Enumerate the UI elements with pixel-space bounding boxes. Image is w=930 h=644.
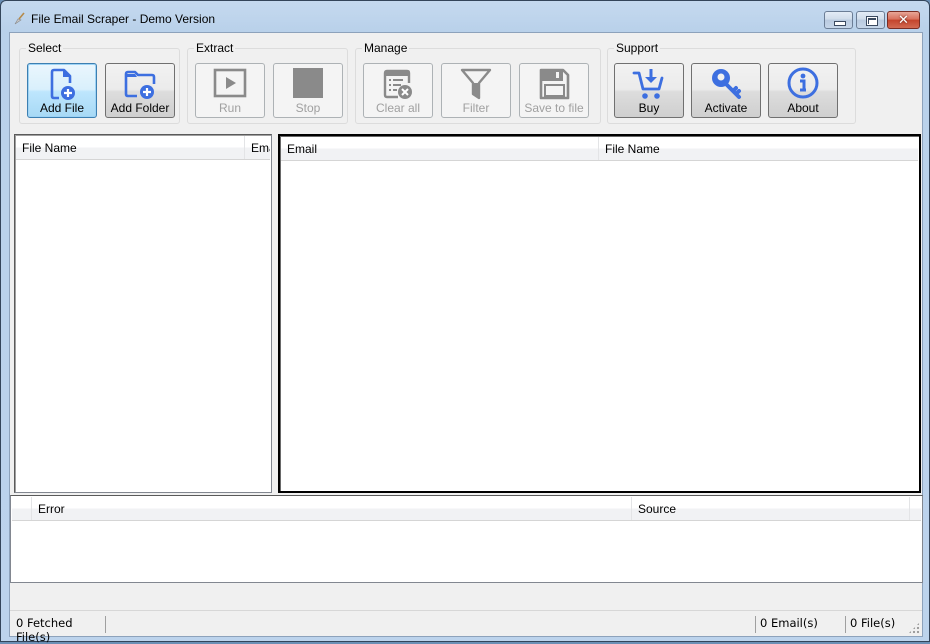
stop-button[interactable]: Stop bbox=[273, 63, 343, 118]
save-to-file-button[interactable]: Save to file bbox=[519, 63, 589, 118]
column-filler bbox=[910, 497, 921, 520]
group-extract: Extract Run Stop bbox=[187, 41, 348, 124]
window-title: File Email Scraper - Demo Version bbox=[31, 12, 216, 26]
column-blank[interactable] bbox=[12, 497, 32, 520]
group-support: Support Buy Activate About bbox=[607, 41, 856, 124]
buy-button[interactable]: Buy bbox=[614, 63, 684, 118]
filter-button[interactable]: Filter bbox=[441, 63, 511, 118]
emails-list-header: Email File Name bbox=[281, 137, 918, 161]
maximize-button[interactable] bbox=[856, 11, 885, 29]
run-button[interactable]: Run bbox=[195, 63, 265, 118]
about-label: About bbox=[787, 101, 819, 115]
close-icon: ✕ bbox=[898, 12, 909, 27]
group-manage: Manage Clear all Filter Save to file bbox=[355, 41, 601, 124]
clear-list-icon bbox=[383, 69, 412, 99]
group-support-label: Support bbox=[614, 41, 661, 55]
errors-list-header: Error Source bbox=[12, 497, 921, 521]
app-icon bbox=[14, 12, 25, 25]
group-select-label: Select bbox=[26, 41, 64, 55]
status-fetched-files: 0 Fetched File(s) bbox=[12, 616, 106, 644]
clear-all-label: Clear all bbox=[375, 101, 420, 115]
app-window: File Email Scraper - Demo Version ✕ Sele… bbox=[0, 0, 930, 644]
info-icon bbox=[787, 67, 819, 99]
minimize-button[interactable] bbox=[824, 11, 853, 29]
errors-listview[interactable]: Error Source bbox=[10, 495, 923, 583]
play-icon bbox=[213, 68, 247, 98]
buy-label: Buy bbox=[638, 101, 660, 115]
activate-label: Activate bbox=[704, 101, 748, 115]
title-bar[interactable]: File Email Scraper - Demo Version ✕ bbox=[1, 1, 929, 33]
add-folder-label: Add Folder bbox=[110, 101, 170, 115]
resize-grip-icon[interactable] bbox=[908, 622, 920, 634]
files-listview[interactable]: File Name Ema bbox=[14, 134, 272, 493]
status-email-count: 0 Email(s) bbox=[755, 616, 843, 633]
group-select: Select Add File Add Folder bbox=[19, 41, 180, 124]
clear-all-button[interactable]: Clear all bbox=[363, 63, 433, 118]
cart-icon bbox=[632, 69, 664, 99]
add-file-button[interactable]: Add File bbox=[27, 63, 97, 118]
files-list-header: File Name Ema bbox=[16, 136, 270, 160]
filter-icon bbox=[460, 68, 492, 100]
column-email-file-name[interactable]: File Name bbox=[599, 137, 918, 160]
add-file-label: Add File bbox=[39, 101, 85, 115]
add-file-icon bbox=[50, 68, 75, 100]
save-to-file-label: Save to file bbox=[524, 101, 584, 115]
save-icon bbox=[539, 68, 570, 100]
close-button[interactable]: ✕ bbox=[887, 11, 920, 29]
about-button[interactable]: About bbox=[768, 63, 838, 118]
column-email[interactable]: Email bbox=[281, 137, 599, 160]
stop-label: Stop bbox=[295, 101, 321, 115]
add-folder-icon bbox=[124, 70, 156, 99]
run-label: Run bbox=[218, 101, 241, 115]
column-error[interactable]: Error bbox=[32, 497, 632, 520]
group-extract-label: Extract bbox=[194, 41, 236, 55]
stop-icon bbox=[293, 68, 323, 98]
column-emails[interactable]: Ema bbox=[245, 136, 270, 159]
add-folder-button[interactable]: Add Folder bbox=[105, 63, 175, 118]
status-bar: 0 Fetched File(s) 0 Email(s) 0 File(s) bbox=[10, 610, 922, 644]
column-file-name[interactable]: File Name bbox=[16, 136, 245, 159]
status-file-count: 0 File(s) bbox=[845, 616, 905, 633]
column-source[interactable]: Source bbox=[632, 497, 910, 520]
filter-label: Filter bbox=[462, 101, 490, 115]
key-icon bbox=[712, 69, 741, 99]
emails-listview[interactable]: Email File Name bbox=[278, 134, 921, 493]
group-manage-label: Manage bbox=[362, 41, 410, 55]
activate-button[interactable]: Activate bbox=[691, 63, 761, 118]
client-area: Select Add File Add Folder Extract Run S… bbox=[9, 32, 923, 644]
